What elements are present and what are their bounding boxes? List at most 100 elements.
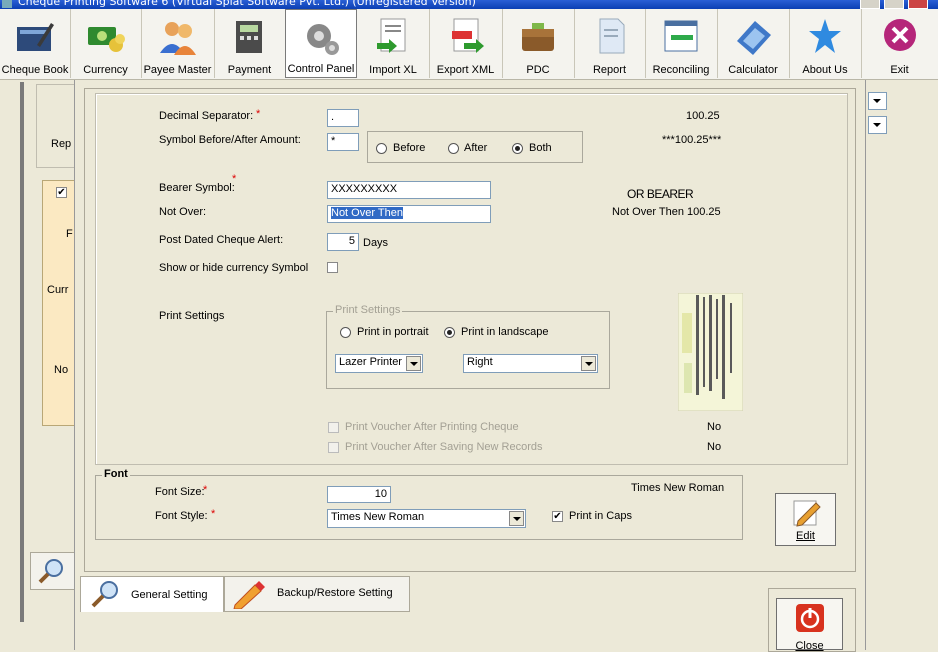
show-currency-label: Show or hide currency Symbol	[159, 262, 309, 274]
background-checkbox[interactable]: ✔	[56, 187, 67, 198]
font-size-input[interactable]: 10	[327, 486, 391, 503]
font-style-label: Font Style:	[155, 510, 208, 522]
voucher-print-label: Print Voucher After Printing Cheque	[345, 421, 519, 433]
radio-both-label: Both	[529, 142, 552, 154]
toolbar-currency[interactable]: Currency	[70, 9, 142, 78]
tab-backup-restore[interactable]: Backup/Restore Setting	[224, 576, 410, 612]
bearer-required-mark: *	[232, 173, 237, 185]
background-curr-label: Curr	[47, 284, 69, 296]
minimize-button[interactable]	[860, 0, 880, 9]
toolbar-calculator[interactable]: Calculator	[717, 9, 790, 78]
toolbar-export-xml[interactable]: Export XML	[429, 9, 503, 78]
print-settings-legend: Print Settings	[333, 304, 403, 316]
radio-after-label: After	[464, 142, 488, 154]
alignment-value: Right	[467, 356, 493, 368]
font-style-select[interactable]: Times New Roman	[327, 509, 526, 528]
toolbar-about-us[interactable]: About Us	[789, 9, 862, 78]
toolbar-payment[interactable]: Payment	[214, 9, 286, 78]
search-icon	[38, 559, 63, 584]
radio-both[interactable]	[512, 143, 523, 154]
printer-type-select[interactable]: Lazer Printer	[335, 354, 423, 373]
toolbar-import-xl[interactable]: Import XL	[357, 9, 430, 78]
import-xl-icon	[377, 18, 406, 53]
radio-portrait[interactable]	[340, 327, 351, 338]
toolbar-pdc[interactable]: PDC	[502, 9, 575, 78]
voucher-save-checkbox[interactable]	[328, 442, 339, 453]
power-icon	[795, 604, 824, 632]
toolbar-reconciling[interactable]: Reconciling	[645, 9, 718, 78]
app-icon	[2, 0, 12, 8]
post-dated-unit: Days	[363, 237, 389, 249]
radio-before-label: Before	[393, 142, 426, 154]
cheque-preview-thumbnail	[678, 293, 743, 411]
post-dated-days-input[interactable]: 5	[327, 233, 359, 251]
bearer-symbol-label: Bearer Symbol:	[159, 182, 235, 194]
currency-icon	[87, 27, 125, 52]
background-rep-label: Rep	[51, 138, 72, 150]
font-preview: Times New Roman	[631, 482, 725, 494]
edit-label: Edit	[796, 530, 815, 542]
post-dated-label: Post Dated Cheque Alert:	[159, 234, 284, 246]
radio-landscape-label: Print in landscape	[461, 326, 549, 338]
radio-before[interactable]	[376, 143, 387, 154]
font-size-label: Font Size:	[155, 486, 205, 498]
payment-icon	[235, 21, 262, 53]
tab-general-setting[interactable]: General Setting	[80, 576, 224, 612]
printer-type-value: Lazer Printer	[339, 356, 402, 368]
close-window-button[interactable]	[908, 0, 928, 9]
print-in-caps-checkbox[interactable]: ✔	[552, 511, 563, 522]
payee-icon	[159, 22, 196, 55]
not-over-label: Not Over:	[159, 206, 207, 218]
chevron-down-icon	[509, 511, 524, 526]
not-over-preview: Not Over Then 100.25	[612, 206, 721, 218]
title-bar: Cheque Printing Software 6 (Virtual Spla…	[0, 0, 938, 9]
main-toolbar: Cheque Book Currency Payee Master Paymen…	[0, 9, 938, 80]
voucher-save-label: Print Voucher After Saving New Records	[345, 441, 543, 453]
chevron-down-icon	[581, 356, 596, 371]
alignment-select[interactable]: Right	[463, 354, 598, 373]
export-xml-icon	[451, 18, 484, 53]
report-icon	[599, 18, 624, 54]
reconciling-icon	[664, 20, 698, 52]
control-panel-icon	[307, 24, 339, 55]
decimal-separator-input[interactable]: .	[327, 109, 359, 127]
voucher-print-value: No	[707, 421, 722, 433]
font-legend: Font	[102, 468, 130, 480]
background-f-label: F	[66, 228, 73, 240]
close-button[interactable]: Close	[776, 598, 843, 652]
symbol-preview: ***100.25***	[662, 134, 722, 146]
bearer-symbol-input[interactable]: XXXXXXXXX	[327, 181, 491, 199]
font-size-required-mark: *	[203, 484, 208, 496]
toolbar-cheque-book[interactable]: Cheque Book	[0, 9, 71, 78]
toolbar-payee-master[interactable]: Payee Master	[141, 9, 215, 78]
cheque-book-icon	[17, 23, 54, 51]
voucher-print-checkbox[interactable]	[328, 422, 339, 433]
print-settings-group: Print Settings	[326, 304, 610, 389]
font-style-value: Times New Roman	[331, 511, 425, 523]
toolbar-control-panel[interactable]: Control Panel	[285, 9, 357, 78]
radio-landscape[interactable]	[444, 327, 455, 338]
toolbar-report[interactable]: Report	[574, 9, 646, 78]
radio-portrait-label: Print in portrait	[357, 326, 429, 338]
edit-button[interactable]: Edit	[775, 493, 836, 546]
not-over-input[interactable]: Not Over Then	[327, 205, 491, 223]
radio-after[interactable]	[448, 143, 459, 154]
maximize-button[interactable]	[884, 0, 904, 9]
search-icon	[91, 581, 118, 608]
print-in-caps-label: Print in Caps	[569, 510, 632, 522]
pencil-icon	[233, 581, 265, 609]
decimal-preview: 100.25	[686, 110, 720, 122]
background-search-tab[interactable]	[30, 552, 76, 590]
exit-icon	[883, 19, 916, 51]
show-currency-checkbox[interactable]	[327, 262, 338, 273]
decimal-separator-label: Decimal Separator:	[159, 110, 254, 122]
background-dropdown-1[interactable]	[868, 92, 887, 110]
background-divider	[20, 82, 24, 622]
symbol-input[interactable]: *	[327, 133, 359, 151]
calculator-icon	[737, 21, 771, 55]
background-dropdown-2[interactable]	[868, 116, 887, 134]
toolbar-exit[interactable]: Exit	[861, 9, 938, 78]
symbol-label: Symbol Before/After Amount:	[159, 134, 301, 146]
window-title: Cheque Printing Software 6 (Virtual Spla…	[18, 0, 476, 8]
background-no-label: No	[54, 364, 69, 376]
